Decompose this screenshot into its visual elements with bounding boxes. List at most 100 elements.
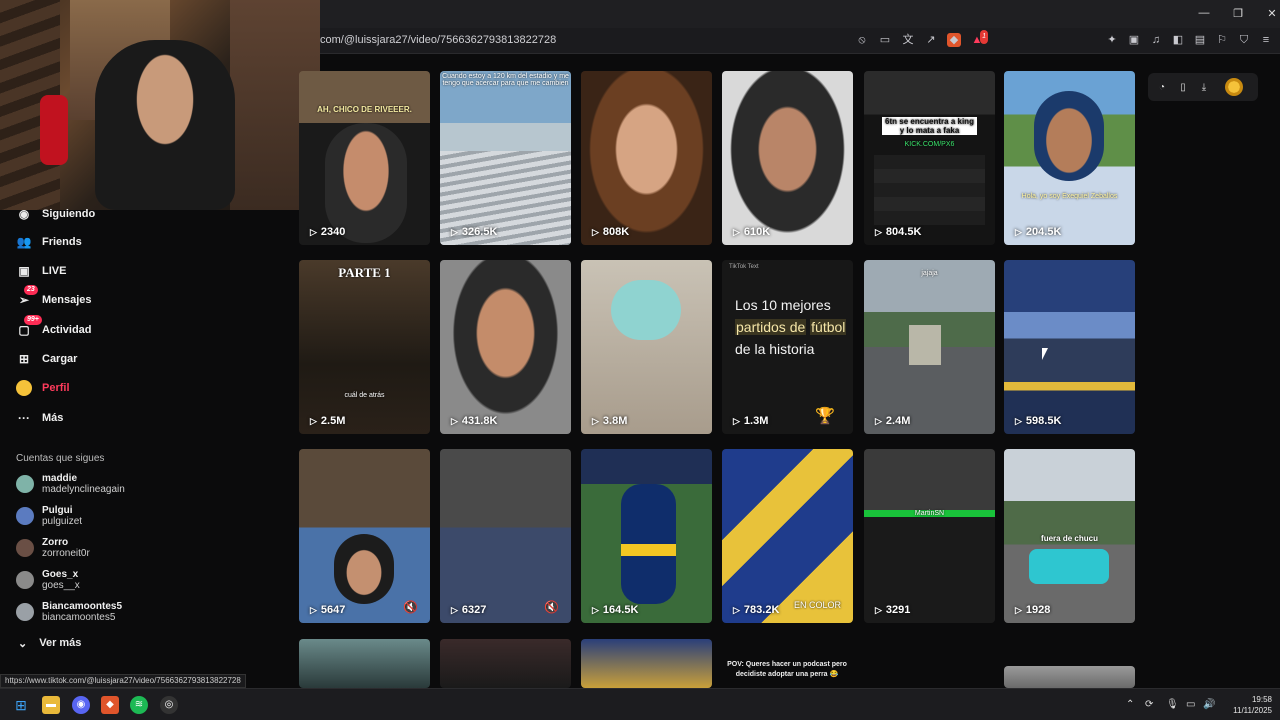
rewards-badge: 1 bbox=[980, 30, 988, 44]
volume-icon[interactable]: 🔊 bbox=[1203, 699, 1215, 710]
video-thumbnail[interactable]: ▷ 3.8M bbox=[581, 260, 712, 434]
sidebar-item-messages[interactable]: ➢ 23 Mensajes bbox=[16, 285, 92, 308]
video-thumbnail[interactable]: jajaja ▷ 2.4M bbox=[864, 260, 995, 434]
video-thumbnail[interactable]: ▷ 431.8K bbox=[440, 260, 571, 434]
play-icon: ▷ bbox=[592, 604, 599, 615]
restore-icon[interactable]: ❐ bbox=[1232, 7, 1244, 20]
reader-icon[interactable]: ▭ bbox=[878, 33, 892, 47]
menu-icon[interactable]: ≡ bbox=[1259, 33, 1273, 47]
network-icon[interactable]: ▭ bbox=[1186, 699, 1195, 710]
brave-shield-icon[interactable]: ◆ bbox=[947, 33, 961, 47]
view-count: ▷ 808K bbox=[592, 226, 630, 238]
sidebar-item-label: Cargar bbox=[42, 353, 78, 365]
obs-icon[interactable]: ◎ bbox=[160, 696, 178, 714]
avatar[interactable] bbox=[1225, 78, 1243, 96]
screenshot-icon[interactable]: ▣ bbox=[1127, 33, 1141, 47]
account-item[interactable]: Biancamoontes5 biancamoontes5 bbox=[16, 601, 122, 623]
sidebar-toggle-icon[interactable]: ◧ bbox=[1171, 33, 1185, 47]
sidebar-item-following[interactable]: ◉ Siguiendo bbox=[16, 206, 95, 222]
sidebar-item-friends[interactable]: 👥 Friends bbox=[16, 234, 82, 250]
account-item[interactable]: Pulgui pulguizet bbox=[16, 505, 82, 527]
view-count: ▷ 2340 bbox=[310, 226, 346, 238]
see-more-button[interactable]: ⌄ Ver más bbox=[18, 637, 81, 650]
video-thumbnail[interactable]: TikTok Text Los 10 mejores partidos de f… bbox=[722, 260, 853, 434]
sync-icon[interactable]: ⟳ bbox=[1145, 699, 1153, 710]
video-thumbnail[interactable]: EN COLOR ▷ 783.2K bbox=[722, 449, 853, 623]
video-thumbnail[interactable]: AH, CHICO DE RIVEEER. ▷ 2340 bbox=[299, 71, 430, 245]
chevron-down-icon: ⌄ bbox=[18, 638, 28, 650]
brave-icon[interactable]: ◆ bbox=[101, 696, 119, 714]
microphone-icon[interactable]: 🎙 bbox=[1166, 699, 1179, 710]
view-count: ▷ 610K bbox=[733, 226, 771, 238]
sidebar-item-upload[interactable]: ⊞ Cargar bbox=[16, 351, 78, 367]
discord-icon[interactable]: ◉ bbox=[72, 696, 90, 714]
translate-icon[interactable]: 文 bbox=[901, 33, 915, 47]
sidebar-item-more[interactable]: ··· Más bbox=[16, 410, 63, 426]
muted-icon[interactable]: 🔇 bbox=[403, 600, 418, 614]
video-caption-secondary: KICK.COM/PX6 bbox=[904, 141, 955, 148]
video-thumbnail[interactable]: ▷ 598.5K bbox=[1004, 260, 1135, 434]
video-thumbnail[interactable] bbox=[440, 639, 571, 688]
webcam-overlay bbox=[0, 0, 320, 210]
speed-icon[interactable]: ◔ bbox=[1156, 82, 1168, 93]
play-icon: ▷ bbox=[310, 604, 317, 615]
clock-date: 11/11/2025 bbox=[1233, 706, 1272, 715]
video-thumbnail[interactable] bbox=[581, 639, 712, 688]
video-thumbnail[interactable]: ▷ 610K bbox=[722, 71, 853, 245]
sidebar-item-label: Actividad bbox=[42, 324, 92, 336]
video-thumbnail[interactable]: MartinSN ▷ 3291 bbox=[864, 449, 995, 623]
chevron-up-icon[interactable]: ⌃ bbox=[1126, 699, 1134, 710]
browser-toolbar-right: ✦ ▣ ♫ ◧ ▤ ⚐ ⛉ ≡ bbox=[1105, 33, 1273, 47]
video-thumbnail[interactable]: ▷ 6327 🔇 bbox=[440, 449, 571, 623]
account-item[interactable]: Goes_x goes__x bbox=[16, 569, 80, 591]
live-icon: ▣ bbox=[18, 264, 30, 278]
video-thumbnail[interactable]: Hola, yo soy Exequiel Zeballos ▷ 204.5K bbox=[1004, 71, 1135, 245]
video-thumbnail[interactable]: PARTE 1 cuál de atrás ▷ 2.5M bbox=[299, 260, 430, 434]
video-thumbnail[interactable]: ▷ 808K bbox=[581, 71, 712, 245]
close-icon[interactable]: ✕ bbox=[1266, 7, 1278, 20]
streamer-image bbox=[95, 40, 235, 210]
video-thumbnail[interactable]: 6tn se encuentra a king y lo mata a faka… bbox=[864, 71, 995, 245]
sidebar-item-live[interactable]: ▣ LIVE bbox=[16, 263, 66, 279]
video-thumbnail[interactable]: ▷ 5647 🔇 bbox=[299, 449, 430, 623]
video-thumbnail[interactable] bbox=[299, 639, 430, 688]
brave-rewards-icon[interactable]: ▲ 1 bbox=[970, 30, 988, 47]
download-icon[interactable]: ⤓ bbox=[1198, 82, 1210, 93]
shield-icon[interactable]: ⛉ bbox=[1237, 33, 1251, 47]
video-thumbnail[interactable]: Cuando estoy a 120 km del estadio y me t… bbox=[440, 71, 571, 245]
no-tracking-icon[interactable]: ⦸ bbox=[855, 33, 869, 47]
spotify-icon[interactable]: ≋ bbox=[130, 696, 148, 714]
following-accounts-heading: Cuentas que sigues bbox=[16, 453, 105, 464]
sidebar-item-label: Mensajes bbox=[42, 294, 92, 306]
sidebar-item-activity[interactable]: ▢ 99+ Actividad bbox=[16, 315, 92, 338]
view-count: ▷ 164.5K bbox=[592, 604, 639, 616]
minimize-icon[interactable]: — bbox=[1198, 7, 1210, 20]
sidebar-item-profile[interactable]: Perfil bbox=[16, 380, 70, 396]
video-thumbnail[interactable]: fuera de chucu ▷ 1928 bbox=[1004, 449, 1135, 623]
media-icon[interactable]: ♫ bbox=[1149, 33, 1163, 47]
url-text[interactable]: com/@luissjara27/video/75663627938138227… bbox=[320, 34, 556, 46]
play-icon: ▷ bbox=[451, 415, 458, 426]
account-name: Pulgui bbox=[42, 505, 73, 516]
link-hover-status: https://www.tiktok.com/@luissjara27/vide… bbox=[0, 674, 246, 688]
play-icon: ▷ bbox=[1015, 226, 1022, 237]
vpn-icon[interactable]: ⚐ bbox=[1215, 33, 1229, 47]
friends-icon: 👥 bbox=[16, 235, 32, 249]
wallet-icon[interactable]: ▤ bbox=[1193, 33, 1207, 47]
avatar bbox=[16, 539, 34, 557]
account-item[interactable]: Zorro zorroneit0r bbox=[16, 537, 90, 559]
view-count: ▷ 204.5K bbox=[1015, 226, 1062, 238]
video-thumbnail[interactable] bbox=[1004, 666, 1135, 688]
device-icon[interactable]: ▯ bbox=[1177, 82, 1189, 93]
video-thumbnail[interactable]: ▷ 164.5K bbox=[581, 449, 712, 623]
thumbnail-image bbox=[1034, 91, 1104, 181]
account-item[interactable]: maddie madelynclineagain bbox=[16, 473, 125, 495]
file-explorer-icon[interactable]: ▬ bbox=[42, 696, 60, 714]
extensions-icon[interactable]: ✦ bbox=[1105, 33, 1119, 47]
share-icon[interactable]: ↗ bbox=[924, 33, 938, 47]
clock[interactable]: 19:58 11/11/2025 bbox=[1222, 694, 1272, 716]
muted-icon[interactable]: 🔇 bbox=[544, 600, 559, 614]
video-caption[interactable]: POV: Queres hacer un podcast pero decidi… bbox=[722, 660, 852, 680]
windows-start-icon[interactable]: ⊞ bbox=[12, 696, 30, 714]
avatar bbox=[16, 603, 34, 621]
